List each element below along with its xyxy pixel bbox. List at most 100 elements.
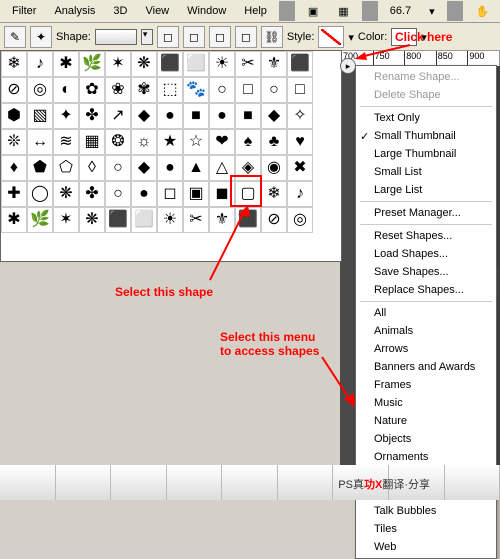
shape-thumbnail[interactable]: ❊ [1,129,27,155]
shape-thumbnail[interactable]: ✾ [131,77,157,103]
shape-thumbnail[interactable]: ◻ [157,181,183,207]
shape-thumbnail[interactable]: ● [209,103,235,129]
shape-thumbnail[interactable]: ● [157,155,183,181]
bridge-icon[interactable]: ▣ [299,0,327,23]
shape-thumbnail[interactable]: ✶ [53,207,79,233]
shape-thumbnail[interactable]: ✤ [79,103,105,129]
shape-thumbnail[interactable]: ✱ [53,51,79,77]
shape-thumbnail[interactable]: ⚜ [261,51,287,77]
menu-banners[interactable]: Banners and Awards [356,358,496,376]
menu-load-shapes[interactable]: Load Shapes... [356,245,496,263]
shape-thumbnail[interactable]: ○ [105,181,131,207]
shape-thumbnail[interactable]: ❋ [79,207,105,233]
menu-talk-bubbles[interactable]: Talk Bubbles [356,502,496,520]
hand-icon[interactable]: ✋ [467,0,499,23]
shape-thumbnail[interactable]: ● [131,181,157,207]
shape-thumbnail[interactable]: ■ [183,103,209,129]
shape-thumbnail[interactable]: ♥ [287,129,313,155]
shape-thumbnail[interactable]: ❀ [105,77,131,103]
shape-thumbnail[interactable]: ♪ [27,51,53,77]
shape-thumbnail[interactable]: ▲ [183,155,209,181]
menu-analysis[interactable]: Analysis [46,3,103,19]
shape-thumbnail[interactable]: ▣ [183,181,209,207]
shape-thumbnail[interactable]: ↔ [27,129,53,155]
shape-thumbnail[interactable]: ✦ [53,103,79,129]
shape-thumbnail[interactable]: ▧ [27,103,53,129]
shape-thumbnail[interactable]: ❋ [53,181,79,207]
shape-thumbnail[interactable]: ⬚ [157,77,183,103]
shape-thumbnail[interactable]: ≋ [53,129,79,155]
shape-thumbnail[interactable]: ◎ [27,77,53,103]
shape-thumbnail[interactable]: ♪ [287,181,313,207]
shape-thumbnail[interactable]: ✿ [79,77,105,103]
shape-thumbnail[interactable]: ★ [157,129,183,155]
shape-thumbnail[interactable]: ✶ [105,51,131,77]
shape-thumbnail[interactable]: ◎ [287,207,313,233]
shape-thumbnail[interactable]: ⬜ [131,207,157,233]
shape-thumbnail[interactable]: ⬠ [53,155,79,181]
shape-thumbnail[interactable]: ❤ [209,129,235,155]
shape-thumbnail[interactable]: ⬛ [235,207,261,233]
shape-thumbnail[interactable]: □ [287,77,313,103]
shape-thumbnail[interactable]: ◼ [209,181,235,207]
shape-thumbnail[interactable]: ⊘ [1,77,27,103]
menu-web[interactable]: Web [356,538,496,556]
menu-3d[interactable]: 3D [105,3,135,19]
shape-thumbnail[interactable]: ❋ [131,51,157,77]
menu-small-list[interactable]: Small List [356,163,496,181]
shape-thumbnail[interactable]: ● [157,103,183,129]
shape-thumbnail[interactable]: ☆ [183,129,209,155]
menu-tiles[interactable]: Tiles [356,520,496,538]
shape-thumbnail[interactable]: ✤ [79,181,105,207]
menu-view[interactable]: View [137,3,177,19]
mode-icon-4[interactable]: ◻ [235,26,257,48]
shape-thumbnail[interactable]: ❂ [105,129,131,155]
menu-reset-shapes[interactable]: Reset Shapes... [356,227,496,245]
mode-icon-2[interactable]: ◻ [183,26,205,48]
shape-thumbnail[interactable]: 🌿 [79,51,105,77]
menu-window[interactable]: Window [179,3,234,19]
shape-thumbnail[interactable]: ▦ [79,129,105,155]
shape-thumbnail[interactable]: ◉ [261,155,287,181]
menu-objects[interactable]: Objects [356,430,496,448]
menu-animals[interactable]: Animals [356,322,496,340]
shape-thumbnail[interactable]: ↗ [105,103,131,129]
shape-thumbnail[interactable]: ✚ [1,181,27,207]
zoom-dropdown-icon[interactable]: ▾ [421,3,443,20]
shape-thumbnail[interactable]: ✂ [183,207,209,233]
menu-arrows[interactable]: Arrows [356,340,496,358]
shape-thumbnail[interactable]: ⬢ [1,103,27,129]
menu-filter[interactable]: Filter [4,3,44,19]
shape-thumbnail[interactable]: ✂ [235,51,261,77]
shape-thumbnail[interactable]: ◆ [131,103,157,129]
shape-thumbnail[interactable]: ♦ [1,155,27,181]
shape-thumbnail[interactable]: 🌿 [27,207,53,233]
shape-thumbnail[interactable]: ○ [105,155,131,181]
menu-help[interactable]: Help [236,3,275,19]
shape-thumbnail[interactable]: ✱ [1,207,27,233]
menu-frames[interactable]: Frames [356,376,496,394]
shape-thumbnail[interactable]: ■ [235,103,261,129]
menu-text-only[interactable]: Text Only [356,109,496,127]
shape-thumbnail[interactable]: ◐ [53,77,79,103]
mode-icon-3[interactable]: ◻ [209,26,231,48]
shape-thumbnail[interactable]: ◯ [27,181,53,207]
mode-icon-1[interactable]: ◻ [157,26,179,48]
shape-thumbnail[interactable]: ☀ [209,51,235,77]
style-dropdown-icon[interactable]: ▾ [348,31,354,44]
shape-thumbnail[interactable]: ☼ [131,129,157,155]
menu-small-thumbnail[interactable]: Small Thumbnail [356,127,496,145]
menu-large-list[interactable]: Large List [356,181,496,199]
custom-shape-tool-icon[interactable]: ✦ [30,26,52,48]
shape-thumbnail[interactable]: ⬛ [105,207,131,233]
shape-thumbnail[interactable]: □ [235,77,261,103]
shape-thumbnail[interactable]: ◊ [79,155,105,181]
shape-thumbnail[interactable]: ✧ [287,103,313,129]
menu-ornaments[interactable]: Ornaments [356,448,496,466]
menu-replace-shapes[interactable]: Replace Shapes... [356,281,496,299]
shape-thumbnail[interactable]: ✖ [287,155,313,181]
shape-thumbnail[interactable]: ⬜ [183,51,209,77]
shape-thumbnail[interactable]: ♠ [235,129,261,155]
shape-thumbnail[interactable]: △ [209,155,235,181]
menu-nature[interactable]: Nature [356,412,496,430]
